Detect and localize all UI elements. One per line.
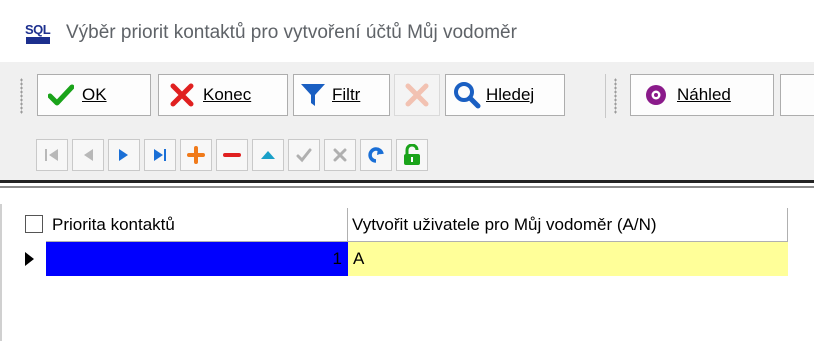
column-header-priority-label: Priorita kontaktů bbox=[52, 214, 175, 234]
next-icon bbox=[117, 148, 131, 162]
cell-priority-value: 1 bbox=[332, 249, 342, 268]
navigator-bar bbox=[0, 132, 814, 176]
next-record-button[interactable] bbox=[108, 139, 140, 171]
add-record-button[interactable] bbox=[180, 139, 212, 171]
current-row-icon bbox=[24, 251, 36, 271]
konec-button-label: Konec bbox=[203, 85, 252, 104]
toolbar-divider bbox=[605, 74, 606, 118]
first-record-button[interactable] bbox=[36, 139, 68, 171]
column-header-create-user[interactable]: Vytvořit uživatele pro Můj vodoměr (A/N) bbox=[348, 208, 788, 242]
eye-icon bbox=[641, 80, 671, 110]
konec-button[interactable]: Konec bbox=[158, 74, 288, 116]
refresh-icon bbox=[367, 146, 385, 164]
splitter-line bbox=[0, 180, 814, 183]
refresh-button[interactable] bbox=[360, 139, 392, 171]
toolbar-grip-2[interactable] bbox=[614, 78, 617, 114]
ok-button[interactable]: OK bbox=[37, 74, 151, 116]
last-record-button[interactable] bbox=[144, 139, 176, 171]
cell-create-user[interactable]: A bbox=[348, 242, 788, 276]
toolbar-area: OK Konec Filtr Hledej Náhled bbox=[0, 62, 814, 180]
toolbar-grip[interactable] bbox=[20, 78, 23, 114]
filtr-button[interactable]: Filtr bbox=[293, 74, 390, 116]
add-icon bbox=[187, 146, 205, 164]
up-icon bbox=[259, 149, 277, 161]
window-title: Výběr priorit kontaktů pro vytvoření účt… bbox=[66, 22, 517, 43]
ok-button-label: OK bbox=[82, 85, 107, 104]
clear-filter-icon bbox=[404, 82, 430, 108]
search-icon bbox=[452, 80, 482, 110]
unlock-icon bbox=[402, 144, 422, 166]
select-all-checkbox[interactable] bbox=[25, 215, 43, 233]
hledej-button-label: Hledej bbox=[486, 85, 535, 104]
cell-priority[interactable]: 1 bbox=[46, 242, 348, 276]
grid-left-border bbox=[0, 204, 2, 341]
filter-icon bbox=[298, 80, 328, 110]
title-bar: SQL Výběr priorit kontaktů pro vytvoření… bbox=[0, 0, 814, 62]
confirm-icon bbox=[296, 147, 312, 163]
remove-icon bbox=[223, 146, 241, 164]
prev-icon bbox=[81, 148, 95, 162]
cancel-icon bbox=[333, 148, 347, 162]
column-header-create-user-label: Vytvořit uživatele pro Můj vodoměr (A/N) bbox=[352, 214, 657, 234]
hledej-button[interactable]: Hledej bbox=[445, 74, 565, 116]
splitter-gap bbox=[0, 188, 814, 204]
filtr-button-label: Filtr bbox=[332, 85, 361, 104]
next-toolbar-button[interactable] bbox=[780, 74, 814, 116]
app-logo-icon: SQL bbox=[25, 22, 53, 50]
last-icon bbox=[152, 148, 168, 162]
close-icon bbox=[167, 80, 197, 110]
cancel-record-button[interactable] bbox=[324, 139, 356, 171]
check-icon bbox=[46, 80, 76, 110]
column-header-priority[interactable]: Priorita kontaktů bbox=[46, 208, 348, 242]
prev-record-button[interactable] bbox=[72, 139, 104, 171]
nahled-button[interactable]: Náhled bbox=[630, 74, 774, 116]
nahled-button-label: Náhled bbox=[677, 85, 731, 104]
clear-filter-button[interactable] bbox=[394, 74, 440, 116]
delete-record-button[interactable] bbox=[216, 139, 248, 171]
post-record-button[interactable] bbox=[288, 139, 320, 171]
edit-record-button[interactable] bbox=[252, 139, 284, 171]
cell-create-user-value: A bbox=[353, 249, 365, 268]
first-icon bbox=[44, 148, 60, 162]
unlock-button[interactable] bbox=[396, 139, 428, 171]
